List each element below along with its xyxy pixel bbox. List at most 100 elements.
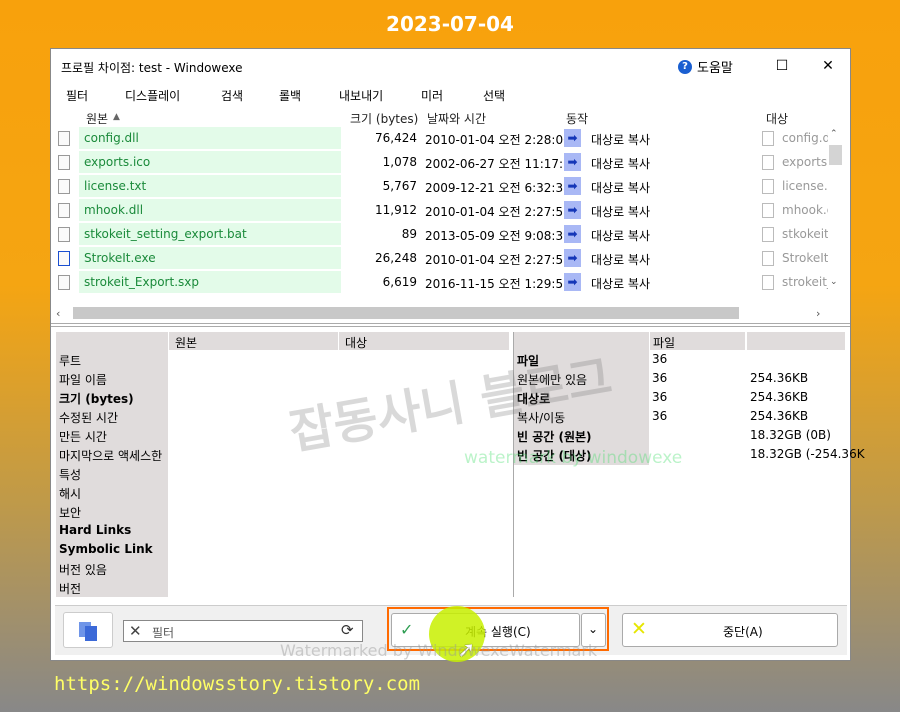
file-row[interactable]: config.dll 76,424 2010-01-04 오전 2:28:00 … bbox=[51, 127, 841, 151]
summary-file-header: 파일 bbox=[649, 332, 745, 350]
target-file-icon bbox=[762, 131, 774, 146]
copy-arrow-icon[interactable]: ➡ bbox=[564, 129, 581, 147]
file-name: exports.ico bbox=[79, 151, 341, 173]
bottom-watermark: Watermarked by WindowexeWatermark bbox=[280, 641, 598, 660]
col-size[interactable]: 크기 (bytes) bbox=[350, 110, 418, 127]
file-date: 2013-05-09 오전 9:08:39 bbox=[425, 229, 571, 243]
menu-select[interactable]: 선택 bbox=[483, 87, 505, 104]
close-button[interactable]: ✕ bbox=[811, 55, 845, 77]
target-name: mhook.d bbox=[782, 203, 828, 217]
file-row[interactable]: license.txt 5,767 2009-12-21 오전 6:32:38 … bbox=[51, 175, 841, 199]
col-action[interactable]: 동작 bbox=[566, 110, 588, 127]
prop-label: 수정된 시간 bbox=[59, 411, 119, 425]
summary-count: 36 bbox=[652, 352, 668, 366]
copy-arrow-icon[interactable]: ➡ bbox=[564, 153, 581, 171]
file-list: config.dll 76,424 2010-01-04 오전 2:28:00 … bbox=[51, 127, 841, 305]
target-file-icon bbox=[762, 251, 774, 266]
chevron-down-icon: ⌄ bbox=[588, 622, 599, 636]
help-button[interactable]: ? 도움말 bbox=[678, 57, 733, 76]
filter-placeholder: 필터 bbox=[152, 626, 175, 640]
target-name: strokeit_l bbox=[782, 275, 828, 289]
file-name: license.txt bbox=[79, 175, 341, 197]
summary-label: 빈 공간 (원본) bbox=[517, 430, 592, 444]
file-row[interactable]: exports.ico 1,078 2002-06-27 오전 11:17:30… bbox=[51, 151, 841, 175]
prop-label: 특성 bbox=[59, 468, 82, 482]
copy-arrow-icon[interactable]: ➡ bbox=[564, 273, 581, 291]
copy-arrow-icon[interactable]: ➡ bbox=[564, 177, 581, 195]
target-name: stkokeit_ bbox=[782, 227, 828, 241]
menu-display[interactable]: 디스플레이 bbox=[125, 87, 180, 104]
refresh-icon[interactable]: ⟳ bbox=[341, 621, 354, 639]
summary-size: 254.36KB bbox=[750, 390, 809, 404]
maximize-button[interactable]: ☐ bbox=[767, 55, 797, 77]
file-action: 대상로 복사 bbox=[591, 181, 651, 195]
file-size: 11,912 bbox=[375, 203, 417, 217]
vertical-scroll-thumb[interactable] bbox=[829, 145, 842, 165]
scroll-left-icon[interactable]: ‹ bbox=[56, 307, 60, 320]
copy-arrow-icon[interactable]: ➡ bbox=[564, 201, 581, 219]
file-size: 1,078 bbox=[382, 155, 417, 169]
stop-label: 중단(A) bbox=[723, 625, 763, 639]
sync-view-button[interactable] bbox=[63, 612, 113, 648]
file-size: 6,619 bbox=[382, 275, 417, 289]
text-file-icon bbox=[58, 179, 70, 194]
prop-label: 버전 bbox=[59, 582, 82, 596]
target-file-icon bbox=[762, 203, 774, 218]
menu-export[interactable]: 내보내기 bbox=[339, 87, 383, 104]
file-size: 89 bbox=[401, 227, 417, 241]
summary-size-header bbox=[746, 332, 845, 350]
copy-arrow-icon[interactable]: ➡ bbox=[564, 249, 581, 267]
file-row[interactable]: mhook.dll 11,912 2010-01-04 오전 2:27:58 ➡… bbox=[51, 199, 841, 223]
col-source[interactable]: 원본 bbox=[86, 110, 108, 127]
ico-file-icon bbox=[58, 155, 70, 170]
exe-file-icon bbox=[58, 251, 70, 266]
target-name: StrokeIt.e bbox=[782, 251, 828, 265]
file-row[interactable]: StrokeIt.exe 26,248 2010-01-04 오전 2:27:5… bbox=[51, 247, 841, 271]
file-action: 대상로 복사 bbox=[591, 253, 651, 267]
scroll-down-icon[interactable]: ⌄ bbox=[830, 277, 838, 287]
date-banner: 2023-07-04 bbox=[386, 12, 514, 36]
col-date[interactable]: 날짜와 시간 bbox=[427, 110, 486, 127]
file-date: 2010-01-04 오전 2:27:58 bbox=[425, 205, 571, 219]
target-file-icon bbox=[762, 179, 774, 194]
prop-label: 버전 있음 bbox=[59, 563, 107, 577]
col-target[interactable]: 대상 bbox=[766, 110, 788, 127]
filter-input[interactable]: ✕ 필터 ⟳ bbox=[123, 620, 363, 642]
file-row[interactable]: stkokeit_setting_export.bat 89 2013-05-0… bbox=[51, 223, 841, 247]
menu-mirror[interactable]: 미러 bbox=[421, 87, 443, 104]
menu-filter[interactable]: 필터 bbox=[66, 87, 88, 104]
copy-arrow-icon[interactable]: ➡ bbox=[564, 225, 581, 243]
scroll-right-icon[interactable]: › bbox=[816, 307, 820, 320]
summary-count: 36 bbox=[652, 409, 668, 423]
pane-splitter[interactable] bbox=[51, 323, 850, 327]
menu-rollback[interactable]: 롤백 bbox=[279, 87, 301, 104]
file-action: 대상로 복사 bbox=[591, 133, 651, 147]
stop-x-icon: ✕ bbox=[631, 618, 647, 640]
batch-file-icon bbox=[58, 227, 70, 242]
scroll-up-icon[interactable]: ⌃ bbox=[830, 129, 838, 139]
file-name: strokeit_Export.sxp bbox=[79, 271, 341, 293]
menu-search[interactable]: 검색 bbox=[221, 87, 243, 104]
target-name: exports.i bbox=[782, 155, 828, 169]
clear-filter-icon[interactable]: ✕ bbox=[129, 622, 142, 640]
prop-label: 파일 이름 bbox=[59, 373, 107, 387]
props-target-header: 대상 bbox=[338, 332, 509, 350]
check-icon: ✓ bbox=[400, 620, 414, 639]
help-icon: ? bbox=[678, 59, 692, 74]
prop-label: Symbolic Link bbox=[59, 542, 153, 556]
target-file-icon bbox=[762, 275, 774, 290]
file-date: 2016-11-15 오전 1:29:55 bbox=[425, 277, 571, 291]
horizontal-scroll-thumb[interactable] bbox=[73, 307, 739, 319]
sort-asc-icon: ▲ bbox=[113, 112, 120, 122]
summary-size: 254.36KB bbox=[750, 409, 809, 423]
file-row[interactable]: strokeit_Export.sxp 6,619 2016-11-15 오전 … bbox=[51, 271, 841, 295]
file-date: 2010-01-04 오전 2:27:58 bbox=[425, 253, 571, 267]
window-title: 프로필 차이점: test - Windowexe bbox=[61, 61, 243, 75]
close-icon: ✕ bbox=[822, 58, 834, 74]
summary-count: 36 bbox=[652, 390, 668, 404]
prop-label: 크기 (bytes) bbox=[59, 392, 134, 406]
stop-button[interactable]: ✕ 중단(A) bbox=[622, 613, 838, 647]
file-list-header: 원본 ▲ 크기 (bytes) 날짜와 시간 동작 대상 bbox=[51, 107, 850, 127]
title-bar: 프로필 차이점: test - Windowexe ? 도움말 — ✕ ☐ bbox=[51, 49, 850, 83]
file-action: 대상로 복사 bbox=[591, 277, 651, 291]
